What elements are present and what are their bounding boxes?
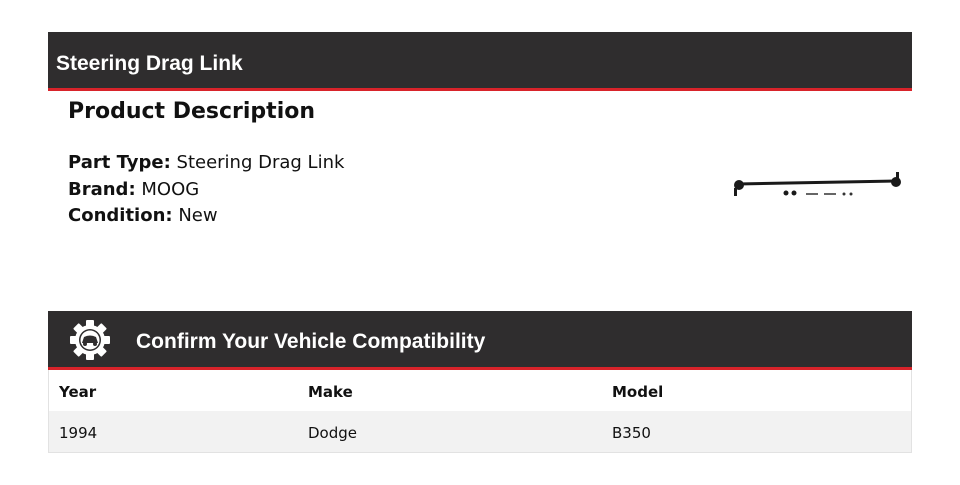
cell-make: Dodge: [308, 424, 357, 442]
gear-car-icon: [70, 320, 110, 360]
spec-value: New: [178, 205, 218, 226]
product-image: [734, 172, 901, 196]
compatibility-table: Year Make Model 1994 Dodge B350: [48, 370, 912, 453]
spec-brand: Brand: MOOG: [68, 177, 344, 204]
spec-condition: Condition: New: [68, 203, 344, 230]
column-header-model: Model: [612, 383, 664, 401]
spec-label: Part Type:: [68, 152, 171, 173]
description-heading: Product Description: [68, 99, 316, 124]
product-description-section: Product Description Part Type: Steering …: [68, 97, 344, 230]
cell-year: 1994: [59, 424, 98, 442]
compatibility-bar: Confirm Your Vehicle Compatibility: [48, 311, 912, 370]
table-header-row: Year Make Model: [49, 370, 911, 411]
compatibility-title: Confirm Your Vehicle Compatibility: [136, 330, 486, 353]
table-row: 1994 Dodge B350: [49, 411, 911, 452]
spec-label: Brand:: [68, 178, 136, 200]
cell-model: B350: [612, 424, 651, 442]
spec-part-type: Part Type: Steering Drag Link: [68, 150, 344, 177]
spec-list: Part Type: Steering Drag Link Brand: MOO…: [68, 150, 344, 230]
column-header-make: Make: [308, 383, 353, 401]
column-header-year: Year: [59, 383, 97, 401]
spec-value: Steering Drag Link: [176, 152, 345, 173]
title-bar: Steering Drag Link: [48, 32, 912, 91]
spec-label: Condition:: [68, 205, 173, 226]
spec-value: MOOG: [141, 178, 200, 200]
page-title: Steering Drag Link: [56, 52, 243, 75]
